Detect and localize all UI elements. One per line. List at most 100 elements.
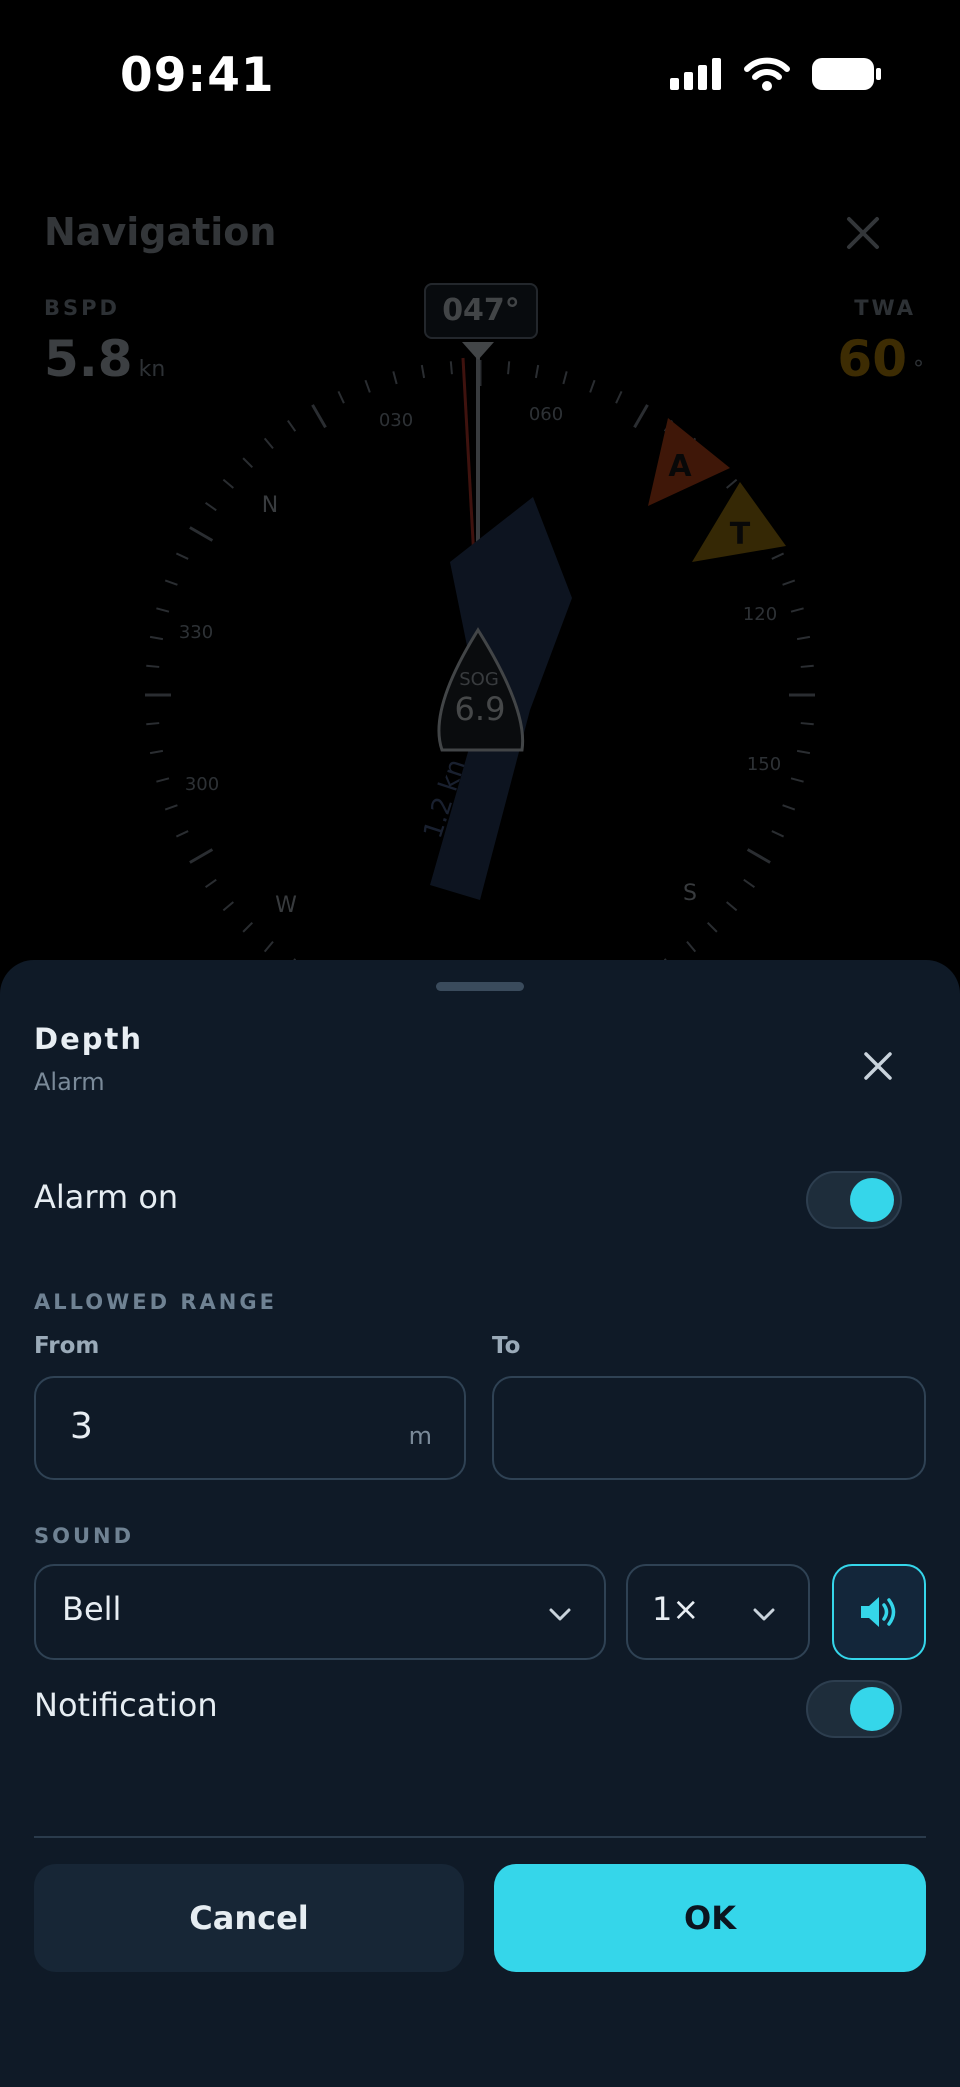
alarm-on-toggle[interactable] [806, 1171, 902, 1229]
compass-tick [686, 941, 697, 953]
status-bar: 09:41 [0, 0, 960, 150]
compass-tick [507, 361, 511, 375]
compass-tick [796, 749, 811, 755]
heading-readout: 047° [424, 283, 538, 339]
compass-tick [175, 830, 189, 838]
compass-tick [392, 371, 398, 385]
chevron-down-icon [549, 1608, 571, 1621]
compass-tick [205, 502, 217, 512]
notification-toggle-knob [850, 1687, 894, 1731]
compass-tick [242, 921, 254, 933]
compass-label-300: 300 [185, 774, 219, 795]
compass-tick [771, 830, 785, 838]
close-icon[interactable] [858, 1046, 898, 1086]
compass-tick [337, 390, 345, 404]
to-input[interactable] [492, 1376, 926, 1480]
alarm-toggle-knob [850, 1178, 894, 1222]
true-wind-letter: T [730, 517, 751, 552]
compass-tick [615, 390, 623, 404]
compass-tick [164, 804, 178, 811]
compass-tick [534, 364, 540, 379]
compass-tick [175, 552, 189, 560]
compass-tick [726, 478, 738, 489]
compass-tick [156, 607, 170, 613]
battery-icon [812, 58, 881, 90]
sog-label: SOG [459, 669, 499, 690]
sheet-subtitle: Alarm [34, 1068, 105, 1096]
compass-tick [156, 777, 170, 783]
compass-tick [562, 371, 568, 385]
compass-tick [189, 848, 214, 864]
compass-tick [706, 921, 718, 933]
compass-tick [222, 901, 234, 912]
compass-label-060: 060 [529, 404, 563, 425]
compass-tick [800, 722, 814, 726]
compass-tick [790, 777, 804, 783]
alarm-sheet: Depth Alarm Alarm on ALLOWED RANGE From … [0, 960, 960, 2087]
compass-rose: 1.2 kn SOG 6.9 A T N 030 060 120 150 S W… [145, 342, 815, 960]
compass-tick [364, 379, 371, 393]
compass-tick [149, 635, 164, 641]
compass-tick [205, 878, 217, 888]
notification-toggle[interactable] [806, 1680, 902, 1738]
compass-tick [287, 420, 297, 432]
compass-tick [263, 941, 274, 953]
compass-tick [420, 364, 426, 379]
cancel-button[interactable]: Cancel [34, 1864, 464, 1972]
compass-label-330: 330 [179, 622, 213, 643]
compass-tick [164, 579, 178, 586]
compass-label-n: N [262, 493, 278, 518]
sound-select-value: Bell [62, 1590, 122, 1628]
compass-tick [149, 749, 164, 755]
sheet-title: Depth [34, 1022, 144, 1056]
divider [34, 1836, 926, 1838]
from-input-unit: m [408, 1422, 432, 1450]
heading-pointer-icon [462, 342, 494, 360]
compass-tick [263, 437, 274, 449]
compass-tick [449, 361, 453, 375]
compass-label-w: W [275, 893, 297, 918]
compass-tick [800, 664, 814, 668]
from-input-value: 3 [70, 1406, 93, 1447]
compass-label-150: 150 [747, 754, 781, 775]
apparent-wind-letter: A [668, 449, 692, 484]
ok-button[interactable]: OK [494, 1864, 926, 1972]
alarm-on-label: Alarm on [34, 1178, 179, 1216]
sound-heading: SOUND [34, 1524, 135, 1548]
compass-label-120: 120 [743, 604, 777, 625]
compass-tick [782, 804, 796, 811]
to-label: To [492, 1333, 521, 1359]
allowed-range-heading: ALLOWED RANGE [34, 1290, 277, 1314]
compass-tick [189, 526, 214, 542]
compass-tick [146, 722, 160, 726]
signal-icon [670, 58, 721, 90]
sheet-grab-handle[interactable] [436, 982, 524, 991]
compass-tick [771, 552, 785, 560]
chevron-down-icon [753, 1608, 775, 1621]
compass-tick [222, 478, 234, 489]
compass-tick [726, 901, 738, 912]
from-input[interactable]: 3 m [34, 1376, 466, 1480]
compass-label-030: 030 [379, 410, 413, 431]
compass-tick [746, 848, 771, 864]
wifi-icon [744, 57, 790, 91]
sog-value: 6.9 [455, 690, 506, 728]
navigation-background: Navigation BSPD 5.8 kn TWA 60 ° 1.2 kn SOG… [0, 150, 960, 960]
compass-tick [146, 664, 160, 668]
speaker-icon [861, 1597, 896, 1627]
compass-tick [790, 607, 804, 613]
repeat-select[interactable]: 1× [626, 1564, 810, 1660]
compass-tick [589, 379, 596, 393]
compass-tick [743, 878, 755, 888]
compass-tick [311, 404, 327, 429]
compass-tick [782, 579, 796, 586]
sound-select[interactable]: Bell [34, 1564, 606, 1660]
compass-tick [633, 404, 649, 429]
notification-label: Notification [34, 1686, 218, 1724]
compass-tick [796, 635, 811, 641]
from-label: From [34, 1333, 100, 1359]
compass-tick [242, 457, 254, 469]
status-time: 09:41 [120, 48, 275, 103]
play-sound-button[interactable] [832, 1564, 926, 1660]
compass-label-s: S [683, 881, 697, 906]
